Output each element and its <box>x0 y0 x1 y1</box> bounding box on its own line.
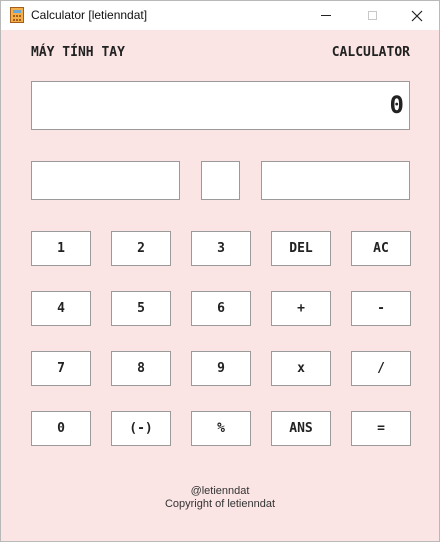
digit-6-button[interactable]: 6 <box>191 291 251 326</box>
divide-button[interactable]: / <box>351 351 411 386</box>
minimize-button[interactable] <box>303 1 349 30</box>
display-value: 0 <box>389 91 404 119</box>
result-display: 0 <box>31 81 410 130</box>
maximize-icon <box>367 11 377 20</box>
close-button[interactable] <box>394 1 440 30</box>
digit-4-button[interactable]: 4 <box>31 291 91 326</box>
digit-1-button[interactable]: 1 <box>31 231 91 266</box>
minimize-icon <box>321 15 331 16</box>
delete-button[interactable]: DEL <box>271 231 331 266</box>
window-title: Calculator [letienndat] <box>31 8 148 22</box>
app-heading-vietnamese: MÁY TÍNH TAY <box>31 45 125 60</box>
digit-2-button[interactable]: 2 <box>111 231 171 266</box>
equals-button[interactable]: = <box>351 411 411 446</box>
digit-7-button[interactable]: 7 <box>31 351 91 386</box>
close-icon <box>411 10 423 21</box>
digit-3-button[interactable]: 3 <box>191 231 251 266</box>
multiply-button[interactable]: x <box>271 351 331 386</box>
all-clear-button[interactable]: AC <box>351 231 411 266</box>
title-bar[interactable]: Calculator [letienndat] <box>1 1 439 30</box>
subtract-button[interactable]: - <box>351 291 411 326</box>
percent-button[interactable]: % <box>191 411 251 446</box>
digit-5-button[interactable]: 5 <box>111 291 171 326</box>
first-operand-field[interactable] <box>31 161 180 200</box>
operator-field[interactable] <box>201 161 240 200</box>
digit-8-button[interactable]: 8 <box>111 351 171 386</box>
calculator-icon <box>10 7 24 23</box>
footer-handle: @letienndat <box>190 485 250 497</box>
answer-button[interactable]: ANS <box>271 411 331 446</box>
calculator-window: Calculator [letienndat] MÁY TÍNH TAY CAL… <box>0 0 440 542</box>
digit-0-button[interactable]: 0 <box>31 411 91 446</box>
app-heading-english: CALCULATOR <box>331 45 410 60</box>
maximize-button[interactable] <box>349 1 395 30</box>
second-operand-field[interactable] <box>261 161 410 200</box>
negate-button[interactable]: (-) <box>111 411 171 446</box>
footer-copyright: Copyright of letienndat <box>164 498 276 510</box>
digit-9-button[interactable]: 9 <box>191 351 251 386</box>
add-button[interactable]: + <box>271 291 331 326</box>
